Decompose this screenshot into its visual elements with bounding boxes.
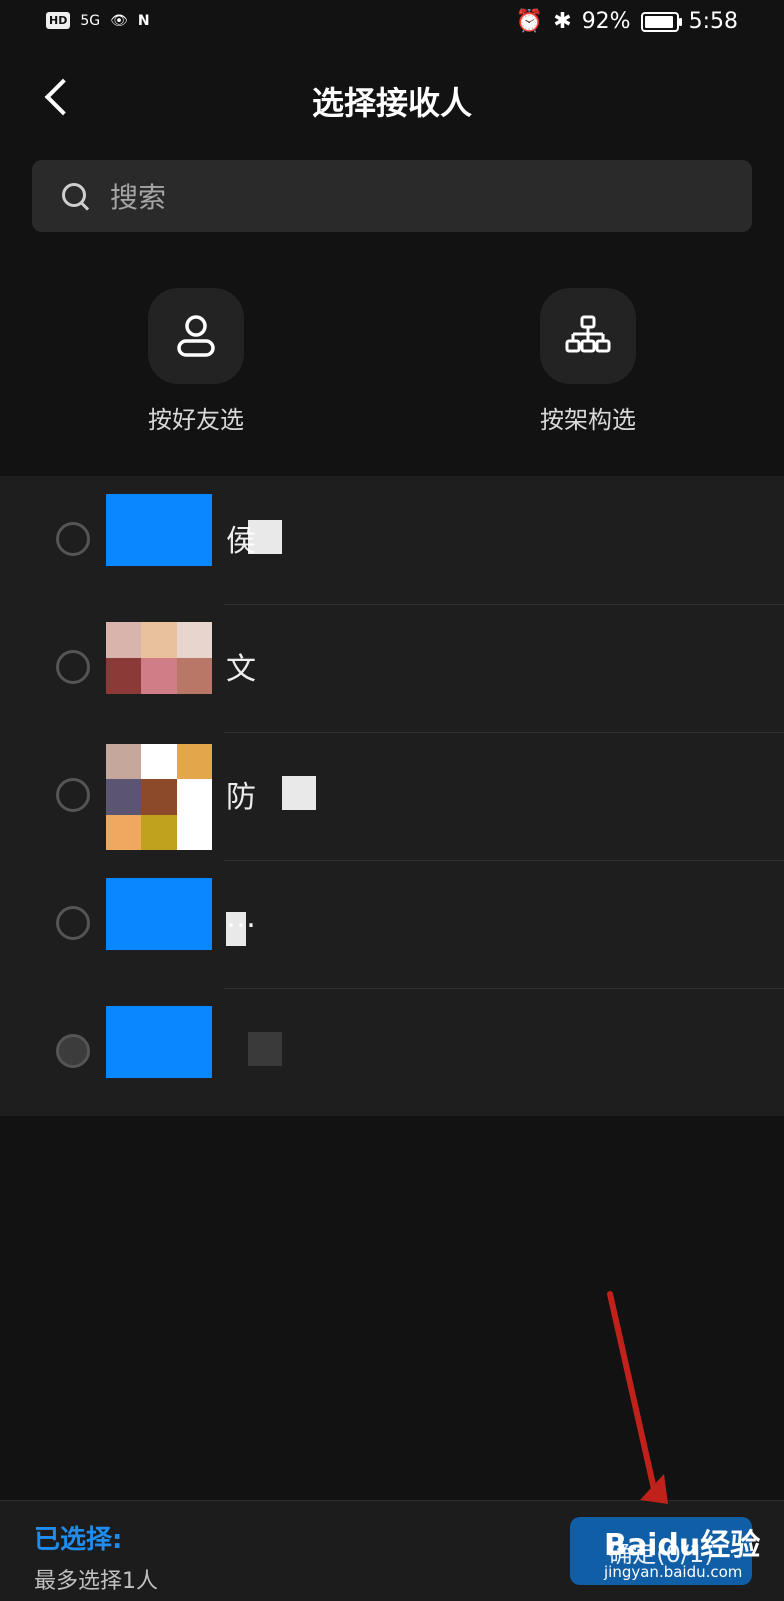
baidu-watermark: Baidu经验: [604, 1528, 761, 1563]
annotation-arrow: [607, 1291, 668, 1504]
baidu-watermark-url: jingyan.baidu.com: [604, 1563, 743, 1581]
